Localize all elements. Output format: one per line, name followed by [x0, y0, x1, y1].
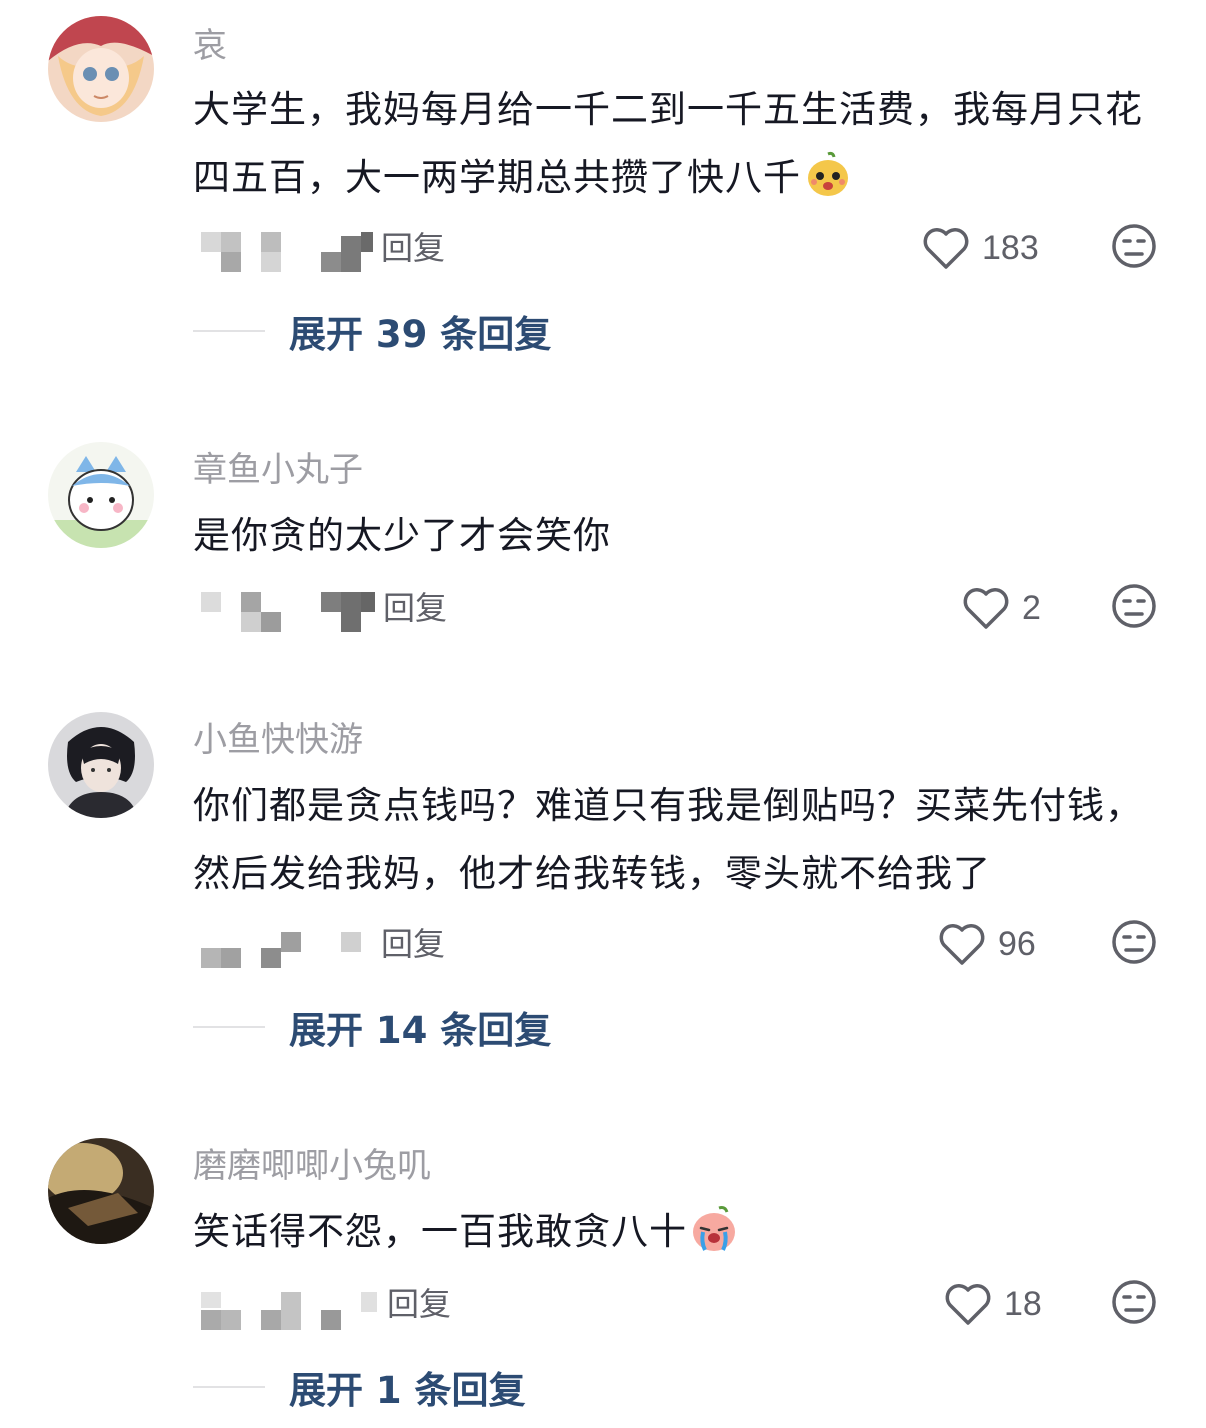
like-count: 96	[998, 924, 1036, 963]
like-button[interactable]: 2	[962, 582, 1041, 634]
avatar[interactable]	[48, 1138, 154, 1244]
like-button[interactable]: 18	[944, 1278, 1042, 1330]
reply-button[interactable]: 回复	[387, 1284, 451, 1324]
avatar[interactable]	[48, 712, 154, 818]
reply-button[interactable]: 回复	[381, 228, 445, 268]
dislike-face-icon	[1110, 1278, 1158, 1326]
like-button[interactable]: 96	[938, 918, 1036, 970]
crying-peach-emoji-icon	[689, 1204, 739, 1254]
username[interactable]: 小鱼快快游	[193, 720, 363, 760]
heart-outline-icon	[938, 922, 986, 966]
comment-text: 是你贪的太少了才会笑你	[193, 514, 611, 557]
like-count: 18	[1004, 1284, 1042, 1323]
expand-replies-button[interactable]: 展开 14 条回复	[193, 1002, 551, 1052]
like-count: 183	[982, 228, 1039, 267]
comment-text: 你们都是贪点钱吗？难道只有我是倒贴吗？买菜先付钱，然后发给我妈，他才给我转钱，零…	[193, 784, 1143, 895]
dislike-face-icon	[1110, 582, 1158, 630]
heart-outline-icon	[922, 226, 970, 270]
username[interactable]: 哀	[193, 26, 227, 66]
username[interactable]: 磨磨唧唧小兔叽	[193, 1146, 431, 1186]
expand-replies-label: 展开 14 条回复	[289, 1009, 552, 1052]
comment-text-body: 大学生，我妈每月给一千二到一千五生活费，我每月只花四五百，大一两学期总共攒了快八…	[193, 88, 1143, 199]
pixelated-timestamp	[193, 1278, 383, 1338]
pear-face-emoji-icon	[803, 150, 853, 200]
pixelated-timestamp	[193, 222, 383, 282]
expand-replies-button[interactable]: 展开 1 条回复	[193, 1362, 526, 1412]
dislike-button[interactable]	[1110, 1278, 1158, 1326]
pixelated-timestamp	[193, 582, 383, 642]
divider	[193, 1026, 265, 1028]
comment-text: 笑话得不怨，一百我敢贪八十	[193, 1198, 1168, 1266]
avatar[interactable]	[48, 16, 154, 122]
dislike-face-icon	[1110, 222, 1158, 270]
like-count: 2	[1022, 588, 1041, 627]
dislike-button[interactable]	[1110, 222, 1158, 270]
dislike-face-icon	[1110, 918, 1158, 966]
comment-text: 大学生，我妈每月给一千二到一千五生活费，我每月只花四五百，大一两学期总共攒了快八…	[193, 76, 1168, 212]
username[interactable]: 章鱼小丸子	[193, 450, 363, 490]
reply-button[interactable]: 回复	[381, 924, 445, 964]
like-button[interactable]: 183	[922, 222, 1039, 274]
heart-outline-icon	[962, 586, 1010, 630]
pixelated-timestamp	[193, 918, 383, 978]
reply-button[interactable]: 回复	[383, 588, 447, 628]
expand-replies-button[interactable]: 展开 39 条回复	[193, 306, 551, 356]
expand-replies-label: 展开 39 条回复	[289, 313, 552, 356]
divider	[193, 330, 265, 332]
comment-text-body: 笑话得不怨，一百我敢贪八十	[193, 1210, 687, 1253]
avatar[interactable]	[48, 442, 154, 548]
divider	[193, 1386, 265, 1388]
dislike-button[interactable]	[1110, 918, 1158, 966]
expand-replies-label: 展开 1 条回复	[289, 1369, 526, 1412]
heart-outline-icon	[944, 1282, 992, 1326]
dislike-button[interactable]	[1110, 582, 1158, 630]
